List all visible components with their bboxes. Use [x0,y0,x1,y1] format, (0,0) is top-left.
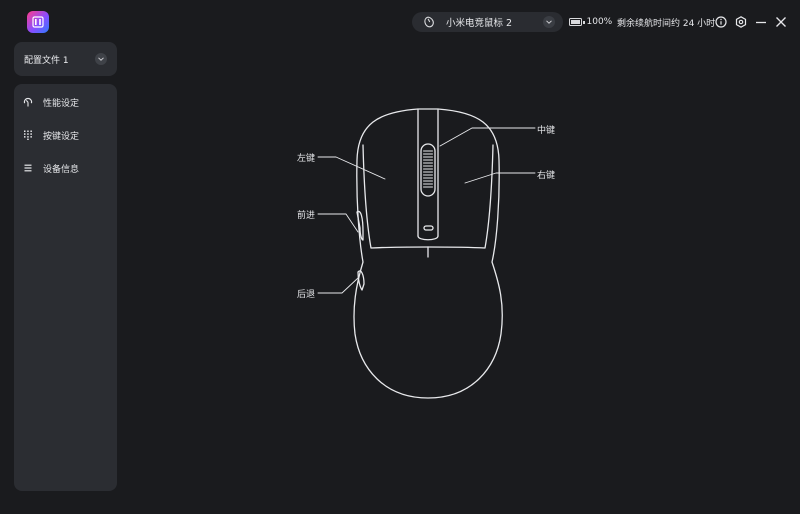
battery-nub [583,20,585,24]
chevron-down-icon [543,16,555,28]
device-selector[interactable]: 小米电竞鼠标 2 [412,12,563,32]
battery-runtime: 剩余续航时间约 24 小时 [617,19,716,29]
back-button-label[interactable]: 后退 [297,287,315,300]
middle-button-label[interactable]: 中键 [537,123,555,136]
minimize-button[interactable] [754,15,768,29]
sidebar-item-performance[interactable]: 性能设定 [14,89,117,115]
sidebar-item-label: 性能设定 [43,98,80,109]
mouse-diagram: 左键 中键 右键 前进 后退 [0,0,800,514]
sidebar-item-buttons[interactable]: 按键设定 [14,122,117,148]
forward-button-label[interactable]: 前进 [297,208,315,221]
settings-button[interactable] [734,15,748,29]
profile-selector[interactable]: 配置文件 1 [14,42,117,76]
mouse-icon [424,16,434,28]
info-icon [715,16,727,28]
battery-icon [569,18,582,26]
settings-icon [735,16,747,28]
sidebar-item-device-info[interactable]: 设备信息 [14,155,117,181]
dpi-dial-icon [23,97,33,107]
left-button-label[interactable]: 左键 [297,151,315,164]
info-button[interactable] [714,15,728,29]
app-logo [27,11,49,33]
battery-indicator: 100% [569,14,612,30]
battery-percent: 100% [586,17,613,27]
grid-dots-icon [23,130,33,140]
device-name: 小米电竞鼠标 2 [446,18,513,29]
app-logo-icon [32,16,44,28]
mouse-outline [317,108,536,399]
sidebar-item-label: 按键设定 [43,131,80,142]
list-icon [23,163,33,173]
sidebar-item-label: 设备信息 [43,164,80,175]
close-button[interactable] [774,15,788,29]
sidebar: 性能设定 按键设定 设备信息 [14,84,117,491]
right-button-label[interactable]: 右键 [537,168,555,181]
minimize-icon [756,21,766,24]
chevron-down-icon [95,53,107,65]
close-icon [776,17,786,27]
profile-label: 配置文件 1 [24,55,69,66]
